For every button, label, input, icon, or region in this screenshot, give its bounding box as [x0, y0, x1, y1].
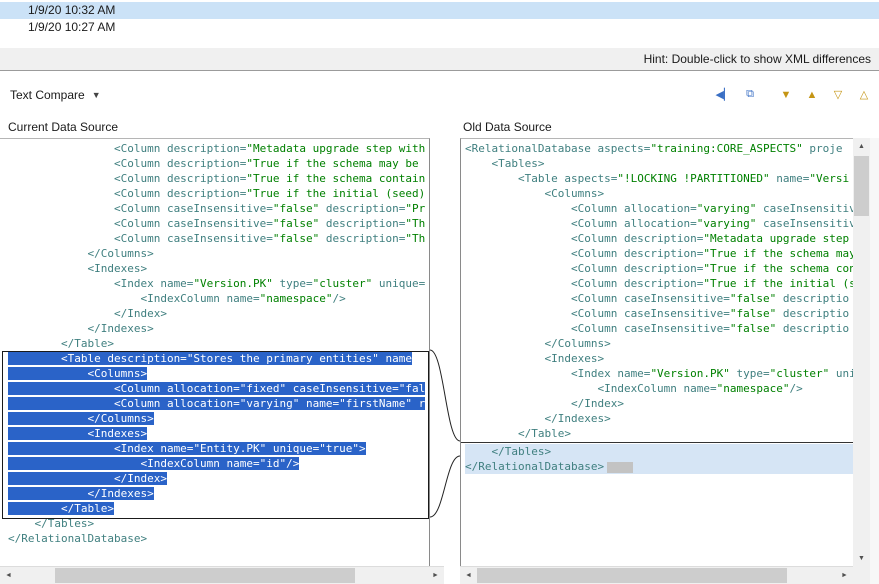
code-line[interactable]: </Index>: [8, 471, 429, 486]
copy-current-change-icon[interactable]: ⧉: [741, 86, 759, 104]
code-line[interactable]: <Column caseInsensitive="false" descript…: [465, 291, 853, 306]
code-line[interactable]: <Column description="Metadata upgrade st…: [8, 141, 429, 156]
code-line[interactable]: </Indexes>: [8, 486, 429, 501]
code-line[interactable]: <Column description="True if the schema …: [8, 171, 429, 186]
code-line[interactable]: <Column caseInsensitive="false" descript…: [8, 231, 429, 246]
code-line[interactable]: <Table aspects="!LOCKING !PARTITIONED" n…: [465, 171, 853, 186]
code-line[interactable]: </RelationalDatabase>: [465, 459, 853, 474]
code-line[interactable]: </Indexes>: [465, 411, 853, 426]
left-pane-title: Current Data Source: [8, 120, 118, 134]
scroll-down-icon[interactable]: ▼: [853, 550, 870, 567]
code-line[interactable]: </Tables>: [465, 444, 853, 459]
right-pane-title: Old Data Source: [463, 120, 552, 134]
diff-connector-lines: [430, 138, 460, 567]
diff-connector-gutter: [430, 138, 460, 567]
next-change-icon[interactable]: ▽: [829, 86, 847, 104]
code-line[interactable]: <Indexes>: [465, 351, 853, 366]
scroll-left-icon[interactable]: ◄: [0, 567, 17, 584]
code-line[interactable]: </RelationalDatabase>: [8, 531, 429, 546]
code-line[interactable]: <Column description="Metadata upgrade st…: [465, 231, 853, 246]
code-line[interactable]: </Table>: [465, 426, 853, 441]
code-line[interactable]: <Column caseInsensitive="false" descript…: [8, 216, 429, 231]
scroll-left-icon[interactable]: ◄: [460, 567, 477, 584]
code-line[interactable]: <Tables>: [465, 156, 853, 171]
history-list: 1/9/20 10:32 AM 1/9/20 10:27 AM: [0, 0, 879, 48]
chevron-down-icon: ▼: [92, 90, 101, 100]
scroll-right-icon[interactable]: ►: [836, 567, 853, 584]
horizontal-scroll-thumb[interactable]: [477, 568, 787, 583]
code-line[interactable]: <Indexes>: [8, 261, 429, 276]
hint-bar: Hint: Double-click to show XML differenc…: [0, 48, 879, 71]
pane-headers: Current Data Source Old Data Source: [0, 118, 879, 138]
code-line[interactable]: </Index>: [465, 396, 853, 411]
vertical-scroll-thumb[interactable]: [854, 156, 869, 216]
previous-difference-icon[interactable]: ▲: [803, 86, 821, 104]
compare-toolbar: ◀▏ ⧉ ▼ ▲ ▽ △: [707, 86, 879, 104]
code-line[interactable]: <Table description="Stores the primary e…: [8, 351, 429, 366]
code-line[interactable]: <Column description="True if the schema …: [465, 261, 853, 276]
selection-artifact: [607, 462, 633, 473]
code-line[interactable]: <Column description="True if the schema …: [8, 156, 429, 171]
horizontal-scroll-thumb[interactable]: [55, 568, 355, 583]
code-line[interactable]: <IndexColumn name="namespace"/>: [465, 381, 853, 396]
text-compare-viewer: Text Compare ▼ ◀▏ ⧉ ▼ ▲ ▽ △ Current Data Sour…: [0, 71, 879, 584]
code-line[interactable]: <Index name="Entity.PK" unique="true">: [8, 441, 429, 456]
code-line[interactable]: <Columns>: [465, 186, 853, 201]
scroll-up-icon[interactable]: ▲: [853, 138, 870, 155]
history-row-label: 1/9/20 10:27 AM: [28, 20, 115, 34]
history-row[interactable]: 1/9/20 10:27 AM: [0, 19, 879, 36]
right-editor[interactable]: <RelationalDatabase aspects="training:CO…: [460, 138, 853, 567]
left-horizontal-scrollbar[interactable]: ◄ ►: [0, 566, 444, 584]
swap-left-right-icon[interactable]: ◀▏: [715, 86, 733, 104]
code-line[interactable]: </Index>: [8, 306, 429, 321]
code-line[interactable]: <RelationalDatabase aspects="training:CO…: [465, 141, 853, 156]
code-line[interactable]: </Columns>: [8, 411, 429, 426]
history-row-label: 1/9/20 10:32 AM: [28, 3, 115, 17]
gutter-bottom-spacer: [444, 567, 460, 584]
code-line[interactable]: <Column caseInsensitive="false" descript…: [465, 306, 853, 321]
code-line[interactable]: </Columns>: [465, 336, 853, 351]
code-line[interactable]: </Table>: [8, 336, 429, 351]
scrollbar-corner: [853, 567, 870, 584]
code-line[interactable]: </Table>: [8, 501, 429, 516]
code-line[interactable]: <Column allocation="varying" name="first…: [8, 396, 429, 411]
code-line[interactable]: <Column description="True if the initial…: [465, 276, 853, 291]
scroll-right-icon[interactable]: ►: [427, 567, 444, 584]
hint-text: Hint: Double-click to show XML differenc…: [644, 52, 871, 66]
code-line[interactable]: <Column caseInsensitive="false" descript…: [465, 321, 853, 336]
code-line[interactable]: <Column description="True if the initial…: [8, 186, 429, 201]
code-line[interactable]: <Index name="Version.PK" type="cluster" …: [465, 366, 853, 381]
right-code: <RelationalDatabase aspects="training:CO…: [461, 139, 853, 474]
compare-editor-window: 1/9/20 10:32 AM 1/9/20 10:27 AM Hint: Do…: [0, 0, 879, 584]
code-line[interactable]: <Column description="True if the schema …: [465, 246, 853, 261]
right-horizontal-scrollbar[interactable]: ◄ ►: [460, 566, 853, 584]
compare-title: Text Compare: [10, 88, 85, 102]
left-editor[interactable]: <Column description="Metadata upgrade st…: [0, 138, 430, 567]
history-row[interactable]: 1/9/20 10:32 AM: [0, 2, 879, 19]
code-line[interactable]: </Indexes>: [8, 321, 429, 336]
code-line[interactable]: <IndexColumn name="id"/>: [8, 456, 429, 471]
code-line[interactable]: </Columns>: [8, 246, 429, 261]
previous-change-icon[interactable]: △: [855, 86, 873, 104]
right-vertical-scrollbar[interactable]: ▲ ▼: [853, 138, 870, 567]
left-code: <Column description="Metadata upgrade st…: [0, 139, 429, 546]
code-line[interactable]: <Column allocation="fixed" caseInsensiti…: [8, 381, 429, 396]
code-line[interactable]: <Columns>: [8, 366, 429, 381]
next-difference-icon[interactable]: ▼: [777, 86, 795, 104]
code-line[interactable]: <Column allocation="varying" caseInsensi…: [465, 216, 853, 231]
code-line[interactable]: <Indexes>: [8, 426, 429, 441]
code-line[interactable]: <Column allocation="varying" caseInsensi…: [465, 201, 853, 216]
compare-header: Text Compare ▼ ◀▏ ⧉ ▼ ▲ ▽ △: [0, 71, 879, 118]
code-line[interactable]: <IndexColumn name="namespace"/>: [8, 291, 429, 306]
diff-overview-ruler[interactable]: [870, 138, 879, 584]
code-line[interactable]: <Index name="Version.PK" type="cluster" …: [8, 276, 429, 291]
code-line[interactable]: </Tables>: [8, 516, 429, 531]
code-line[interactable]: <Column caseInsensitive="false" descript…: [8, 201, 429, 216]
text-compare-dropdown[interactable]: Text Compare ▼: [10, 88, 101, 102]
